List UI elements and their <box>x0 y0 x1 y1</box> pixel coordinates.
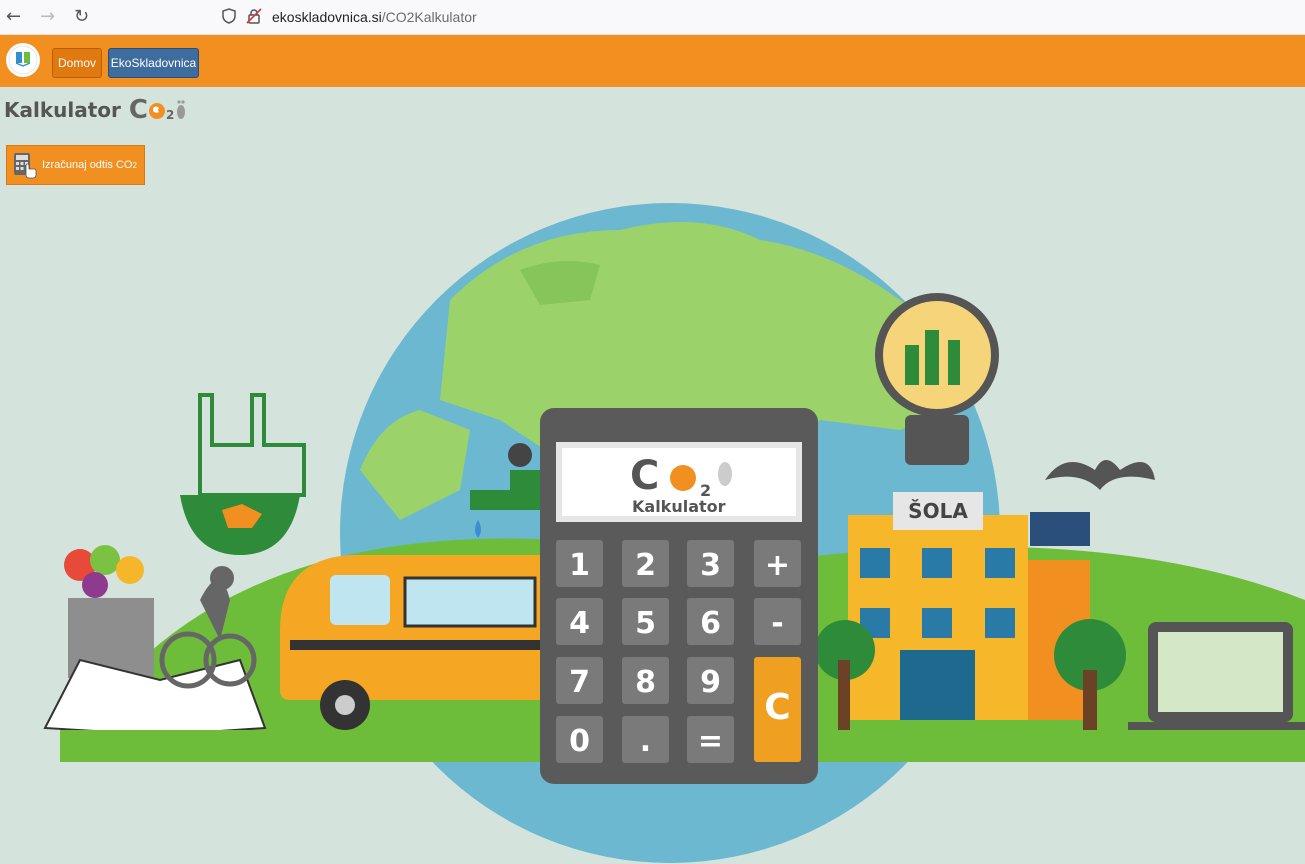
calc-key-label: 4 <box>569 606 590 641</box>
calc-globe-icon <box>670 465 696 491</box>
forward-icon[interactable]: → <box>40 6 55 27</box>
globe-icon <box>149 103 165 119</box>
address-bar[interactable]: ekoskladovnica.si/CO2Kalkulator <box>222 4 1302 30</box>
bat-plug-icon <box>1045 460 1155 490</box>
calc-key-label: 6 <box>700 606 721 641</box>
calc-logo-c: C <box>630 453 659 499</box>
page-title: Kalkulator C 2 <box>4 95 188 125</box>
browser-toolbar: ← → ↻ ekoskladovnica.si/CO2Kalkulator <box>0 0 1305 35</box>
calc-key-label: - <box>771 606 783 641</box>
url-path: /CO2Kalkulator <box>381 9 477 25</box>
calculate-footprint-button[interactable]: Izračunaj odtis CO 2 <box>6 145 145 185</box>
page-title-text: Kalkulator <box>4 98 121 122</box>
calculate-label-sub: 2 <box>132 160 137 170</box>
reload-icon[interactable]: ↻ <box>74 6 89 27</box>
calc-key-label: = <box>698 724 723 759</box>
calc-key-label: 5 <box>635 606 656 641</box>
calc-key-label: 9 <box>700 665 721 700</box>
power-plant-icon <box>180 393 306 555</box>
calc-key-label: 1 <box>569 548 590 583</box>
calc-key-label: 3 <box>700 548 721 583</box>
school-sign: ŠOLA <box>908 499 968 523</box>
ekoskladovnica-button[interactable]: EkoSkladovnica <box>108 48 199 78</box>
shield-icon[interactable] <box>222 7 236 27</box>
calc-footprint-icon <box>718 462 732 486</box>
calc-key-label: 7 <box>569 665 590 700</box>
calc-key-label: 2 <box>635 548 656 583</box>
back-icon[interactable]: ← <box>6 6 21 27</box>
co2-logo-c: C <box>128 95 148 125</box>
ekosola-logo[interactable] <box>6 43 40 77</box>
calc-key-label: + <box>765 548 790 583</box>
calculator-hand-icon <box>14 153 37 179</box>
calc-key-label: 0 <box>569 724 590 759</box>
calc-key-label: C <box>764 687 790 728</box>
insecure-lock-icon[interactable] <box>246 7 262 27</box>
footprint-icon <box>177 100 186 119</box>
laptop-icon <box>1128 622 1305 736</box>
calculator-illustration: C 2 Kalkulator 1 2 3 +4 5 6 -7 8 9C0. = <box>540 408 818 784</box>
url-domain: ekoskladovnica.si <box>272 9 382 25</box>
co2-calculator-illustration: C 2 Kalkulator 1 2 3 +4 5 6 -7 8 9C0. = <box>43 203 1305 863</box>
co2-title-logo: C 2 <box>128 95 188 125</box>
calculate-label: Izračunaj odtis CO <box>42 159 133 171</box>
fruit-basket-icon <box>64 545 144 598</box>
calc-key-label: . <box>640 724 651 759</box>
co2-logo-sub: 2 <box>166 108 175 122</box>
home-button[interactable]: Domov <box>52 48 102 78</box>
calc-title: Kalkulator <box>632 497 726 516</box>
calc-key-label: 8 <box>635 665 656 700</box>
